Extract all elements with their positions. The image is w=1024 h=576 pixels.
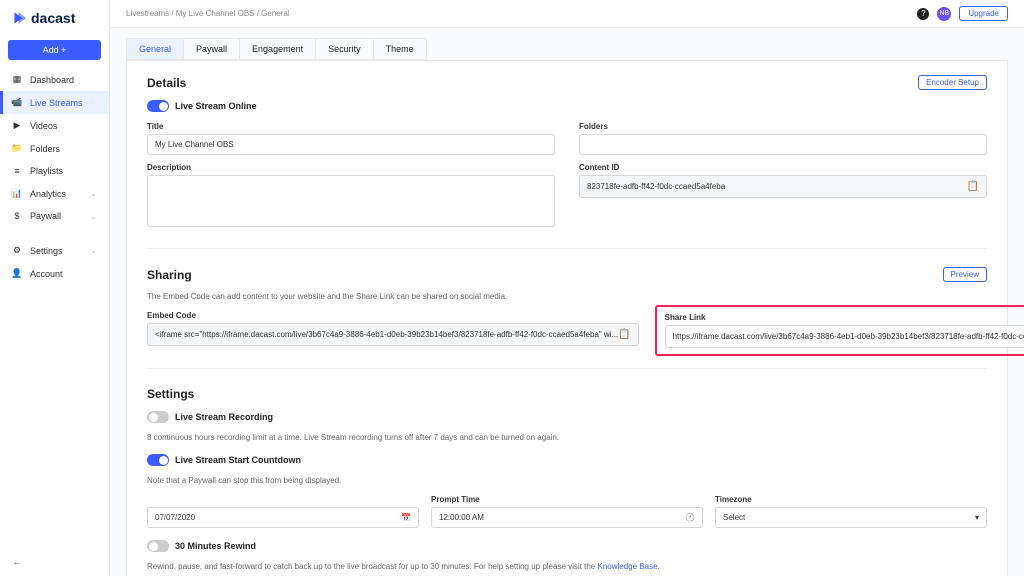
upgrade-button[interactable]: Upgrade <box>959 6 1008 21</box>
help-icon[interactable]: ? <box>917 8 929 20</box>
copy-content-id-icon[interactable]: 📋 <box>967 181 979 192</box>
embed-code-label: Embed Code <box>147 311 639 320</box>
countdown-toggle[interactable] <box>147 454 169 466</box>
settings-icon: ⚙ <box>12 245 22 256</box>
playlists-icon: ≡ <box>12 166 22 176</box>
sidebar-item-account[interactable]: 👤Account <box>0 262 109 285</box>
sharing-heading: Sharing <box>147 268 192 282</box>
description-label: Description <box>147 163 555 172</box>
content-id-value: 823718fe-adfb-ff42-f0dc-ccaed5a4feba <box>587 182 725 191</box>
tab-paywall[interactable]: Paywall <box>184 39 240 59</box>
content-id-field: 823718fe-adfb-ff42-f0dc-ccaed5a4feba 📋 <box>579 175 987 198</box>
live-stream-online-toggle[interactable] <box>147 100 169 112</box>
sharing-help-text: The Embed Code can add content to your w… <box>147 292 987 301</box>
chevron-down-icon: ⌄ <box>90 212 97 221</box>
sidebar-item-playlists[interactable]: ≡Playlists <box>0 160 109 182</box>
dashboard-icon: ▦ <box>12 74 22 85</box>
prompt-time-input[interactable]: 12:00:00 AM 🕐 <box>431 507 703 528</box>
sidebar-nav: ▦Dashboard 📹Live Streams ▶Videos 📁Folder… <box>0 68 109 549</box>
breadcrumb-current: General <box>261 9 289 18</box>
sidebar-item-dashboard[interactable]: ▦Dashboard <box>0 68 109 91</box>
embed-code-field: <iframe src="https://iframe.dacast.com/l… <box>147 323 639 346</box>
rewind-toggle[interactable] <box>147 540 169 552</box>
sidebar-item-folders[interactable]: 📁Folders <box>0 137 109 160</box>
folders-icon: 📁 <box>12 143 22 154</box>
date-input[interactable]: 07/07/2020 📅 <box>147 507 419 528</box>
tabs: General Paywall Engagement Security Them… <box>126 38 427 60</box>
share-link-label: Share Link <box>665 313 1024 322</box>
embed-code-value: <iframe src="https://iframe.dacast.com/l… <box>155 330 618 339</box>
folders-label: Folders <box>579 122 987 131</box>
sidebar-item-live-streams[interactable]: 📹Live Streams <box>0 91 109 114</box>
encoder-setup-button[interactable]: Encoder Setup <box>918 75 987 90</box>
title-label: Title <box>147 122 555 131</box>
account-icon: 👤 <box>12 268 22 279</box>
videos-icon: ▶ <box>12 120 22 131</box>
sidebar-item-paywall[interactable]: $Paywall⌄ <box>0 205 109 227</box>
tab-engagement[interactable]: Engagement <box>240 39 316 59</box>
clock-icon: 🕐 <box>685 513 695 522</box>
chevron-down-icon: ▾ <box>975 513 979 522</box>
share-link-highlight: Share Link https://iframe.dacast.com/liv… <box>655 305 1024 356</box>
share-link-value: https://iframe.dacast.com/live/3b67c4a9-… <box>673 332 1024 341</box>
tab-security[interactable]: Security <box>316 39 374 59</box>
recording-label: Live Stream Recording <box>175 412 273 422</box>
timezone-label: Timezone <box>715 495 987 504</box>
details-heading: Details <box>147 76 186 90</box>
rewind-help-text: Rewind, pause, and fast-forward to catch… <box>147 562 987 571</box>
sidebar-item-settings[interactable]: ⚙Settings⌄ <box>0 239 109 262</box>
chevron-down-icon: ⌄ <box>90 189 97 198</box>
preview-button[interactable]: Preview <box>943 267 987 282</box>
knowledge-base-link[interactable]: Knowledge Base <box>597 562 657 571</box>
live-streams-icon: 📹 <box>12 97 22 108</box>
sidebar-item-videos[interactable]: ▶Videos <box>0 114 109 137</box>
prompt-time-label: Prompt Time <box>431 495 703 504</box>
tab-theme[interactable]: Theme <box>374 39 426 59</box>
copy-embed-icon[interactable]: 📋 <box>618 329 630 340</box>
avatar[interactable]: NB <box>937 7 951 21</box>
settings-heading: Settings <box>147 387 194 401</box>
folders-input[interactable] <box>579 134 987 155</box>
recording-help-text: 8 continuous hours recording limit at a … <box>147 433 987 442</box>
sidebar-item-analytics[interactable]: 📊Analytics⌄ <box>0 182 109 205</box>
topbar: Livestreams / My Live Channel OBS / Gene… <box>110 0 1024 28</box>
breadcrumb: Livestreams / My Live Channel OBS / Gene… <box>126 9 290 18</box>
tab-general[interactable]: General <box>127 39 184 59</box>
date-label <box>147 495 419 504</box>
breadcrumb-channel[interactable]: My Live Channel OBS <box>176 9 255 18</box>
analytics-icon: 📊 <box>12 188 22 199</box>
countdown-label: Live Stream Start Countdown <box>175 455 301 465</box>
rewind-label: 30 Minutes Rewind <box>175 541 256 551</box>
countdown-help-text: Note that a Paywall can stop this from b… <box>147 476 987 485</box>
recording-toggle[interactable] <box>147 411 169 423</box>
chevron-down-icon: ⌄ <box>90 246 97 255</box>
description-textarea[interactable] <box>147 175 555 227</box>
title-input[interactable] <box>147 134 555 155</box>
timezone-select[interactable]: Select ▾ <box>715 507 987 528</box>
paywall-icon: $ <box>12 211 22 221</box>
brand-logo: dacast <box>0 10 109 36</box>
breadcrumb-livestreams[interactable]: Livestreams <box>126 9 169 18</box>
sidebar-collapse-button[interactable]: ← <box>0 549 109 576</box>
add-button[interactable]: Add + <box>8 40 101 60</box>
calendar-icon: 📅 <box>401 513 411 522</box>
live-stream-online-label: Live Stream Online <box>175 101 257 111</box>
share-link-field: https://iframe.dacast.com/live/3b67c4a9-… <box>665 325 1024 348</box>
content-id-label: Content ID <box>579 163 987 172</box>
